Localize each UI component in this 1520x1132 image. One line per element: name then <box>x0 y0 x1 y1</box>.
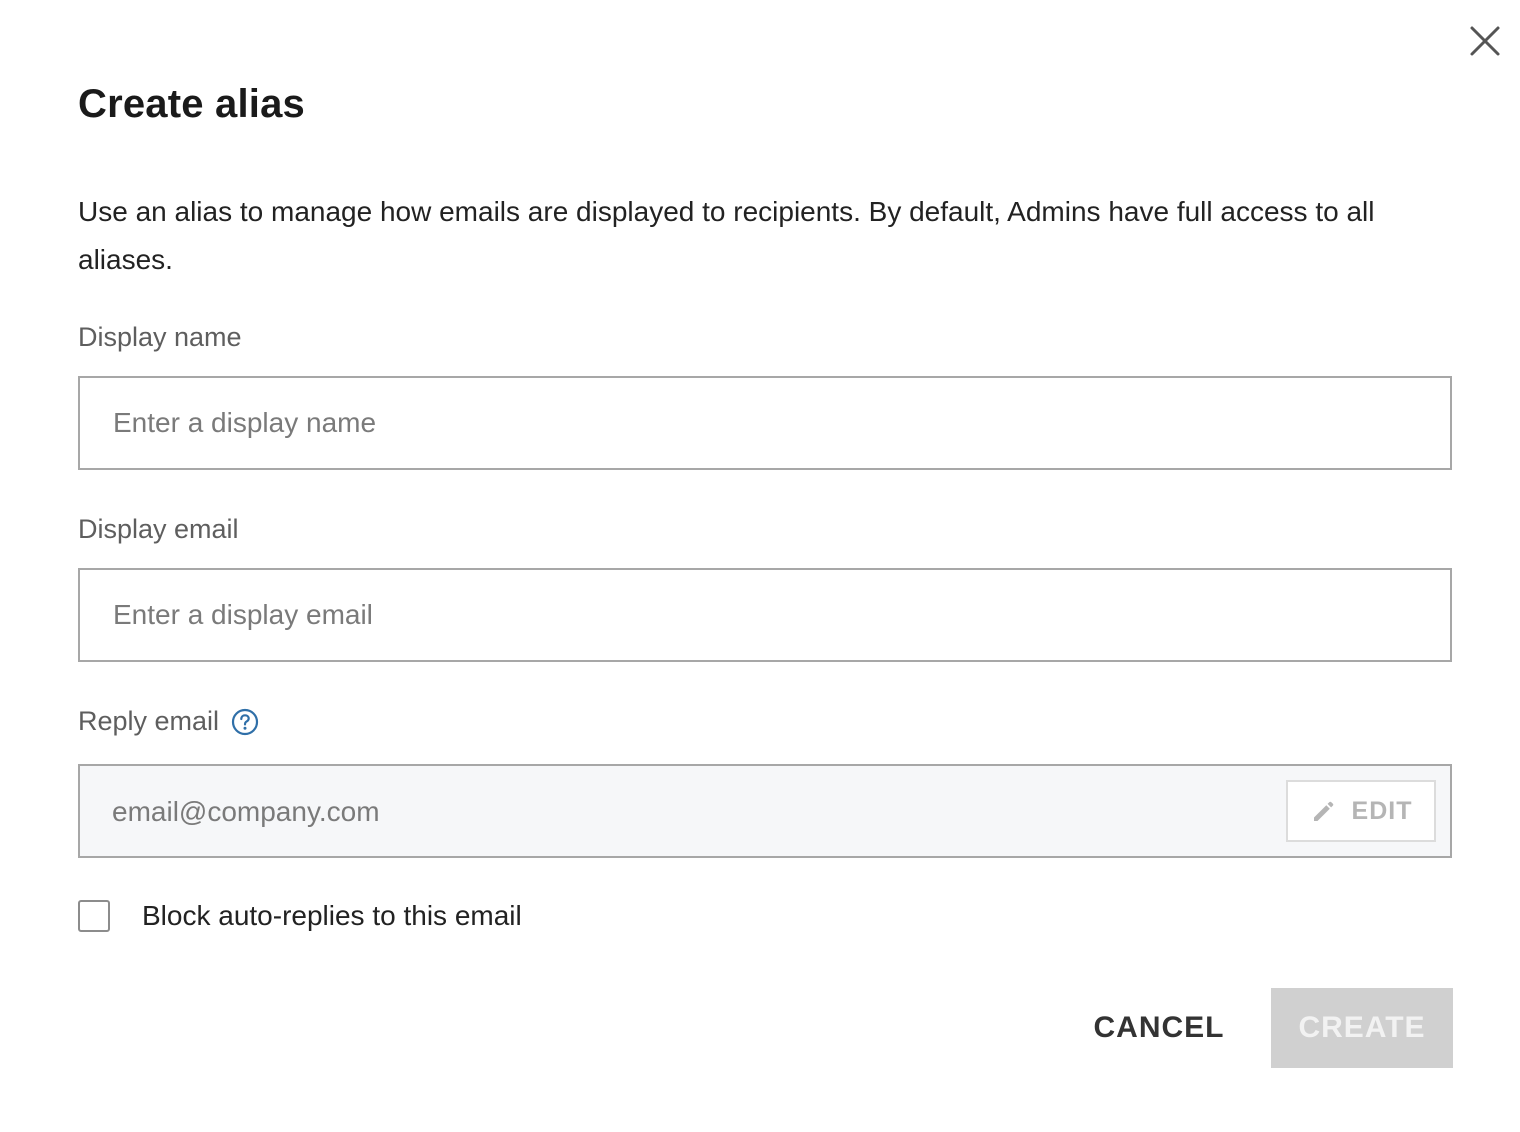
display-email-input[interactable] <box>78 568 1452 662</box>
display-email-label: Display email <box>78 514 239 545</box>
reply-email-label: Reply email <box>78 706 259 737</box>
question-circle-icon[interactable] <box>231 708 259 736</box>
display-email-label-text: Display email <box>78 514 239 544</box>
cancel-button[interactable]: CANCEL <box>1078 988 1240 1068</box>
reply-email-field: email@company.com EDIT <box>78 764 1452 858</box>
block-auto-replies-row: Block auto-replies to this email <box>78 900 522 932</box>
reply-email-value: email@company.com <box>112 796 380 827</box>
display-name-label: Display name <box>78 322 242 353</box>
display-name-input[interactable] <box>78 376 1452 470</box>
block-auto-replies-label[interactable]: Block auto-replies to this email <box>142 900 522 932</box>
edit-label: EDIT <box>1351 796 1413 825</box>
display-name-label-text: Display name <box>78 322 242 352</box>
block-auto-replies-checkbox[interactable] <box>78 900 110 932</box>
create-alias-dialog: Create alias Use an alias to manage how … <box>0 0 1520 1132</box>
close-button[interactable] <box>1466 22 1504 60</box>
close-icon <box>1470 26 1500 56</box>
reply-email-label-text: Reply email <box>78 706 220 736</box>
dialog-description: Use an alias to manage how emails are di… <box>78 196 1375 275</box>
pencil-icon <box>1310 797 1338 825</box>
dialog-title: Create alias <box>78 82 305 126</box>
create-button[interactable]: CREATE <box>1271 988 1453 1068</box>
edit-reply-email-button[interactable]: EDIT <box>1286 780 1436 842</box>
